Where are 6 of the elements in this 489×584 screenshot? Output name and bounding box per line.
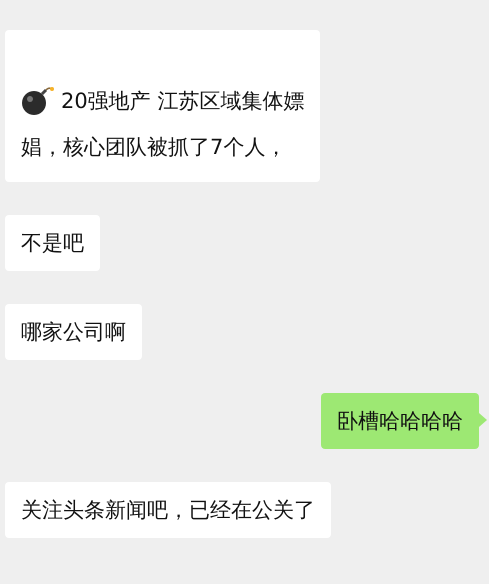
message-text: 娼，核心团队被抓了7个人，	[21, 134, 286, 161]
message-text: 哪家公司啊	[21, 319, 126, 346]
message-text: 不是吧	[21, 230, 84, 257]
message-text: 20强地产 江苏区域集体嫖	[61, 88, 304, 115]
message-text: 卧槽哈哈哈哈	[337, 408, 463, 435]
message-text: 关注头条新闻吧，已经在公关了	[21, 497, 315, 524]
